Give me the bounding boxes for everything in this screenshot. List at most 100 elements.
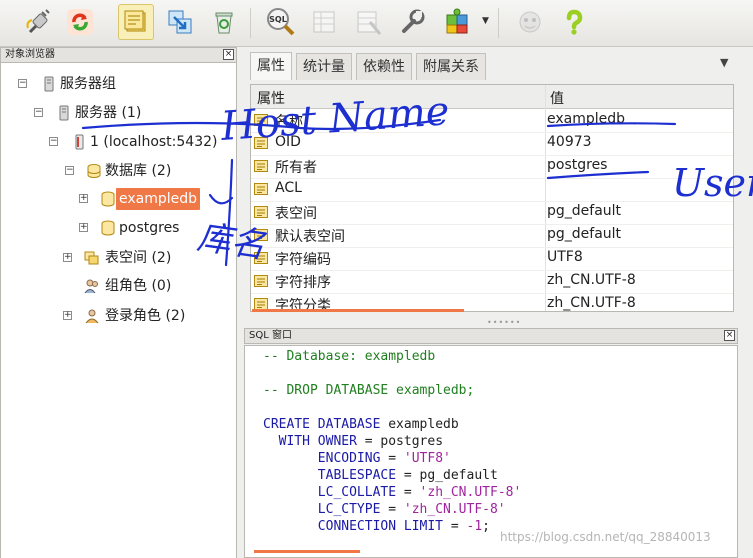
- properties-list: 属性 值 名称 exampledb OID 40973 所有者 postgres ACL 表空…: [250, 84, 734, 312]
- collapse-icon[interactable]: −: [18, 79, 27, 88]
- help-question-icon[interactable]: [556, 4, 592, 40]
- tree-node-servers[interactable]: − 服务器 (1): [1, 102, 236, 124]
- view-data-grid-icon[interactable]: [306, 4, 342, 40]
- sql-token: 'zh_CN.UTF-8': [419, 485, 522, 500]
- property-value: exampledb: [547, 111, 626, 127]
- tree-node-label: 数据库 (2): [105, 163, 172, 179]
- object-browser-close-icon[interactable]: ×: [223, 49, 234, 60]
- tree-node-label: exampledb: [116, 188, 201, 210]
- filtered-data-icon[interactable]: [350, 4, 386, 40]
- expand-icon[interactable]: +: [63, 311, 72, 320]
- property-key: 名称: [275, 114, 303, 130]
- tree-node-server-localhost[interactable]: − 1 (localhost:5432): [1, 131, 236, 153]
- delete-recycle-icon[interactable]: [206, 4, 242, 40]
- property-row[interactable]: 名称 exampledb: [251, 109, 733, 133]
- sql-token: -- Database: exampledb: [263, 349, 436, 364]
- property-key: 字符排序: [275, 275, 331, 291]
- tab-dependencies[interactable]: 依赖性: [356, 53, 412, 80]
- property-value: pg_default: [547, 226, 622, 242]
- sql-horizontal-scrollbar[interactable]: [254, 550, 360, 553]
- sql-token: -1: [466, 519, 483, 534]
- sql-line: -- DROP DATABASE exampledb;: [263, 382, 474, 399]
- maintenance-wrench-icon[interactable]: [394, 4, 430, 40]
- tree-node-databases[interactable]: − 数据库 (2): [1, 160, 236, 182]
- tab-list-dropdown-icon[interactable]: ▼: [720, 56, 728, 69]
- tablespaces-icon: [84, 251, 99, 265]
- column-header-value[interactable]: 值: [550, 88, 564, 108]
- property-icon: [254, 229, 268, 241]
- sql-line: TABLESPACE = pg_default: [263, 467, 498, 484]
- properties-horizontal-scrollbar[interactable]: [252, 309, 464, 312]
- expand-icon[interactable]: +: [63, 253, 72, 262]
- tree-node-tablespaces[interactable]: + 表空间 (2): [1, 247, 236, 269]
- server-group-icon: [44, 76, 54, 92]
- sql-pane-close-icon[interactable]: ×: [724, 330, 735, 341]
- sql-token: -- DROP DATABASE exampledb;: [263, 383, 475, 398]
- tree-node-login-roles[interactable]: + 登录角色 (2): [1, 305, 236, 327]
- property-row[interactable]: ACL: [251, 178, 733, 202]
- tab-dependents[interactable]: 附属关系: [416, 53, 486, 80]
- tree-node-label: 服务器组: [60, 76, 116, 92]
- sql-token: LC_CTYPE: [263, 502, 381, 517]
- group-roles-icon: [84, 279, 98, 294]
- tab-statistics[interactable]: 统计量: [296, 53, 352, 80]
- property-row[interactable]: OID 40973: [251, 132, 733, 156]
- database-icon: [101, 220, 115, 236]
- tree-node-group-roles[interactable]: 组角色 (0): [1, 275, 236, 297]
- tree-node-server-groups[interactable]: − 服务器组: [1, 73, 236, 95]
- sql-token: 'UTF8': [403, 451, 451, 466]
- sql-token: LC_COLLATE: [263, 485, 397, 500]
- property-row[interactable]: 表空间 pg_default: [251, 201, 733, 225]
- database-icon: [101, 191, 115, 207]
- property-icon: [254, 183, 268, 195]
- property-value: zh_CN.UTF-8: [547, 272, 636, 288]
- property-key: 默认表空间: [275, 229, 345, 245]
- tree-node-label: 表空间 (2): [105, 250, 172, 266]
- pane-splitter-handle[interactable]: ••••••: [487, 318, 521, 327]
- sql-token: =: [443, 519, 467, 534]
- sql-line: LC_COLLATE = 'zh_CN.UTF-8': [263, 484, 522, 501]
- plugins-puzzle-icon[interactable]: [440, 4, 476, 40]
- property-key: 所有者: [275, 160, 317, 176]
- property-value: UTF8: [547, 249, 583, 265]
- connect-plug-icon[interactable]: [20, 4, 56, 40]
- sql-token: ENCODING: [263, 451, 381, 466]
- tab-properties[interactable]: 属性: [250, 52, 292, 80]
- collapse-icon[interactable]: −: [34, 108, 43, 117]
- tree-node-exampledb[interactable]: + exampledb: [1, 188, 236, 210]
- sql-line: -- Database: exampledb: [263, 348, 435, 365]
- guru-hints-icon[interactable]: [512, 4, 548, 40]
- property-key: 表空间: [275, 206, 317, 222]
- databases-icon: [87, 164, 101, 178]
- sql-icon-text: SQL: [269, 15, 287, 24]
- tree-node-postgres[interactable]: + postgres: [1, 217, 236, 239]
- sql-editor[interactable]: -- Database: exampledb -- DROP DATABASE e…: [244, 345, 738, 558]
- sql-token: CONNECTION LIMIT: [263, 519, 444, 534]
- sql-pane-title: SQL 窗口: [249, 330, 292, 341]
- property-row[interactable]: 字符编码 UTF8: [251, 247, 733, 271]
- sql-token: ;: [482, 519, 490, 534]
- property-icon: [254, 137, 268, 149]
- plugins-dropdown-arrow-icon[interactable]: ▼: [482, 16, 489, 26]
- tree-node-label: 登录角色 (2): [105, 308, 186, 324]
- sql-line: LC_CTYPE = 'zh_CN.UTF-8': [263, 501, 506, 518]
- object-browser-title: 对象浏览器: [5, 49, 55, 60]
- column-header-property[interactable]: 属性: [257, 88, 285, 108]
- property-row[interactable]: 默认表空间 pg_default: [251, 224, 733, 248]
- collapse-icon[interactable]: −: [65, 166, 74, 175]
- property-row[interactable]: 所有者 postgres: [251, 155, 733, 179]
- create-object-icon[interactable]: [162, 4, 198, 40]
- sql-line: WITH OWNER = postgres: [263, 433, 443, 450]
- sql-query-icon[interactable]: SQL: [262, 4, 298, 40]
- collapse-icon[interactable]: −: [49, 137, 58, 146]
- property-icon: [254, 275, 268, 287]
- expand-icon[interactable]: +: [79, 223, 88, 232]
- sql-token: =: [380, 451, 404, 466]
- property-row[interactable]: 字符排序 zh_CN.UTF-8: [251, 270, 733, 294]
- property-value: 40973: [547, 134, 592, 150]
- expand-icon[interactable]: +: [79, 194, 88, 203]
- sql-token: =: [380, 502, 404, 517]
- refresh-icon[interactable]: [62, 4, 98, 40]
- object-properties-icon[interactable]: [118, 4, 154, 40]
- property-value: pg_default: [547, 203, 622, 219]
